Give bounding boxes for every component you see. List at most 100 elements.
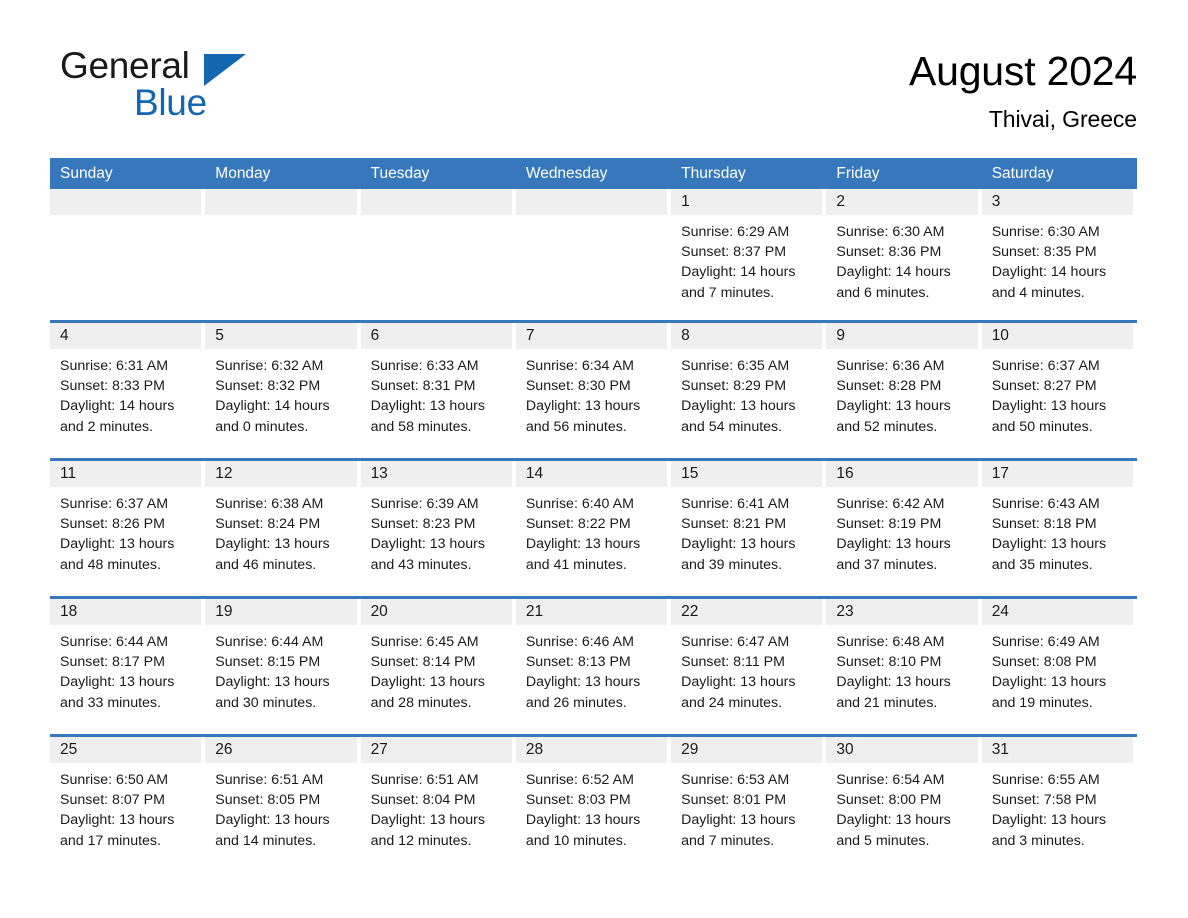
daylight-line-1: Daylight: 13 hours: [525, 398, 641, 415]
sunset-line: Sunset: 8:15 PM: [215, 654, 321, 671]
day-number: [515, 189, 668, 215]
day-cell[interactable]: 14 Sunrise: 6:40 AM Sunset: 8:22 PM Dayligh…: [515, 461, 672, 596]
day-number: 10: [981, 323, 1133, 349]
day-cell[interactable]: [360, 189, 516, 320]
sunrise-line: Sunrise: 6:49 AM: [991, 634, 1100, 650]
day-cell[interactable]: 10 Sunrise: 6:37 AM Sunset: 8:27 PM Dayligh…: [981, 323, 1137, 458]
daylight-line-1: Daylight: 13 hours: [215, 674, 330, 691]
day-cell[interactable]: 22 Sunrise: 6:47 AM Sunset: 8:11 PM Dayligh…: [671, 599, 827, 734]
day-cell[interactable]: 26 Sunrise: 6:51 AM Sunset: 8:05 PM Dayligh…: [205, 737, 361, 872]
sunset-line: Sunset: 8:35 PM: [991, 244, 1097, 261]
day-number: 31: [981, 737, 1133, 763]
day-cell[interactable]: 25 Sunrise: 6:50 AM Sunset: 8:07 PM Dayligh…: [50, 737, 206, 872]
daylight-line-2: and 43 minutes.: [370, 556, 472, 573]
day-cell[interactable]: 23 Sunrise: 6:48 AM Sunset: 8:10 PM Dayligh…: [826, 599, 982, 734]
weekday-monday: Monday: [215, 165, 271, 182]
daylight-line-1: Daylight: 13 hours: [991, 674, 1107, 691]
day-cell[interactable]: 21 Sunrise: 6:46 AM Sunset: 8:13 PM Dayligh…: [515, 599, 672, 734]
day-cell[interactable]: 27 Sunrise: 6:51 AM Sunset: 8:04 PM Dayligh…: [360, 737, 516, 872]
day-cell[interactable]: 9 Sunrise: 6:36 AM Sunset: 8:28 PM Daylight…: [826, 323, 982, 458]
day-cell[interactable]: 29 Sunrise: 6:53 AM Sunset: 8:01 PM Dayligh…: [671, 737, 827, 872]
sunrise-line: Sunrise: 6:51 AM: [215, 772, 324, 788]
daylight-line-1: Daylight: 14 hours: [991, 264, 1107, 281]
week-row: 18 Sunrise: 6:44 AM Sunset: 8:17 PM Dayligh…: [50, 596, 1137, 734]
sunrise-line: Sunrise: 6:55 AM: [991, 772, 1100, 788]
calendar-page: General Blue August 2024 Thivai, Greece …: [0, 0, 1188, 918]
sunrise-line: Sunrise: 6:38 AM: [215, 496, 324, 512]
day-cell[interactable]: 13 Sunrise: 6:39 AM Sunset: 8:23 PM Dayligh…: [360, 461, 516, 596]
day-number: 19: [205, 599, 357, 625]
daylight-line-2: and 19 minutes.: [991, 694, 1093, 711]
sunset-line: Sunset: 8:08 PM: [991, 654, 1097, 671]
day-number: 13: [360, 461, 512, 487]
sunrise-line: Sunrise: 6:37 AM: [991, 358, 1100, 374]
daylight-line-1: Daylight: 13 hours: [836, 536, 951, 553]
sunrise-line: Sunrise: 6:44 AM: [215, 634, 324, 650]
daylight-line-2: and 21 minutes.: [836, 694, 938, 711]
day-details: Sunrise: 6:43 AM Sunset: 8:18 PM Daylight:…: [982, 487, 1133, 575]
day-cell[interactable]: 28 Sunrise: 6:52 AM Sunset: 8:03 PM Dayligh…: [515, 737, 672, 872]
day-cell[interactable]: 2 Sunrise: 6:30 AM Sunset: 8:36 PM Daylight…: [826, 189, 982, 320]
daylight-line-1: Daylight: 13 hours: [991, 536, 1107, 553]
day-number: 9: [826, 323, 978, 349]
day-cell[interactable]: 16 Sunrise: 6:42 AM Sunset: 8:19 PM Dayligh…: [826, 461, 982, 596]
day-cell[interactable]: 31 Sunrise: 6:55 AM Sunset: 7:58 PM Dayligh…: [981, 737, 1137, 872]
sunrise-line: Sunrise: 6:45 AM: [370, 634, 479, 650]
sunrise-line: Sunrise: 6:51 AM: [370, 772, 479, 788]
day-cell[interactable]: 24 Sunrise: 6:49 AM Sunset: 8:08 PM Dayligh…: [981, 599, 1137, 734]
day-number: 4: [50, 323, 202, 349]
sunrise-line: Sunrise: 6:50 AM: [60, 772, 169, 788]
daylight-line-1: Daylight: 13 hours: [836, 674, 951, 691]
day-cell[interactable]: [50, 189, 206, 320]
daylight-line-1: Daylight: 14 hours: [215, 398, 330, 415]
daylight-line-1: Daylight: 13 hours: [525, 536, 641, 553]
day-cell[interactable]: 20 Sunrise: 6:45 AM Sunset: 8:14 PM Dayligh…: [360, 599, 516, 734]
sunset-line: Sunset: 8:01 PM: [681, 792, 787, 809]
day-cell[interactable]: 15 Sunrise: 6:41 AM Sunset: 8:21 PM Dayligh…: [671, 461, 827, 596]
sunrise-line: Sunrise: 6:29 AM: [681, 224, 790, 240]
day-number: 15: [671, 461, 823, 487]
day-details: Sunrise: 6:32 AM Sunset: 8:32 PM Daylight:…: [205, 349, 356, 437]
day-cell[interactable]: 17 Sunrise: 6:43 AM Sunset: 8:18 PM Dayligh…: [981, 461, 1137, 596]
day-details: [205, 215, 356, 222]
day-details: Sunrise: 6:30 AM Sunset: 8:36 PM Daylight:…: [826, 215, 977, 303]
daylight-line-1: Daylight: 14 hours: [681, 264, 796, 281]
day-cell[interactable]: 18 Sunrise: 6:44 AM Sunset: 8:17 PM Dayligh…: [50, 599, 206, 734]
sunrise-line: Sunrise: 6:42 AM: [836, 496, 945, 512]
daylight-line-2: and 58 minutes.: [370, 418, 472, 435]
day-cell[interactable]: [515, 189, 672, 320]
weekday-wednesday: Wednesday: [525, 165, 608, 182]
daylight-line-2: and 3 minutes.: [991, 832, 1085, 849]
location-subtitle: Thivai, Greece: [988, 106, 1137, 132]
sunset-line: Sunset: 8:22 PM: [525, 516, 631, 533]
daylight-line-1: Daylight: 13 hours: [681, 674, 796, 691]
day-details: Sunrise: 6:44 AM Sunset: 8:15 PM Daylight:…: [205, 625, 356, 713]
day-number: [360, 189, 512, 215]
sunrise-line: Sunrise: 6:53 AM: [681, 772, 790, 788]
day-details: Sunrise: 6:37 AM Sunset: 8:27 PM Daylight:…: [982, 349, 1133, 437]
brand-logo[interactable]: General Blue: [56, 44, 356, 130]
daylight-line-2: and 54 minutes.: [681, 418, 783, 435]
day-cell[interactable]: 30 Sunrise: 6:54 AM Sunset: 8:00 PM Dayligh…: [826, 737, 982, 872]
day-cell[interactable]: 5 Sunrise: 6:32 AM Sunset: 8:32 PM Daylight…: [205, 323, 361, 458]
calendar-grid: Sunday Monday Tuesday Wednesday Thursday…: [50, 158, 1137, 872]
sunset-line: Sunset: 8:27 PM: [991, 378, 1097, 395]
day-cell[interactable]: 6 Sunrise: 6:33 AM Sunset: 8:31 PM Daylight…: [360, 323, 516, 458]
day-details: Sunrise: 6:45 AM Sunset: 8:14 PM Daylight:…: [361, 625, 512, 713]
day-cell[interactable]: [205, 189, 361, 320]
day-cell[interactable]: 19 Sunrise: 6:44 AM Sunset: 8:15 PM Dayligh…: [205, 599, 361, 734]
sunset-line: Sunset: 8:24 PM: [215, 516, 321, 533]
daylight-line-1: Daylight: 13 hours: [681, 398, 796, 415]
sunrise-line: Sunrise: 6:41 AM: [681, 496, 790, 512]
weekday-saturday: Saturday: [991, 165, 1054, 182]
day-cell[interactable]: 12 Sunrise: 6:38 AM Sunset: 8:24 PM Dayligh…: [205, 461, 361, 596]
day-cell[interactable]: 8 Sunrise: 6:35 AM Sunset: 8:29 PM Daylight…: [671, 323, 827, 458]
day-cell[interactable]: 1 Sunrise: 6:29 AM Sunset: 8:37 PM Daylight…: [671, 189, 827, 320]
sunrise-line: Sunrise: 6:39 AM: [370, 496, 479, 512]
daylight-line-2: and 37 minutes.: [836, 556, 938, 573]
day-cell[interactable]: 3 Sunrise: 6:30 AM Sunset: 8:35 PM Daylight…: [981, 189, 1137, 320]
day-cell[interactable]: 11 Sunrise: 6:37 AM Sunset: 8:26 PM Dayligh…: [50, 461, 206, 596]
day-details: Sunrise: 6:30 AM Sunset: 8:35 PM Daylight:…: [982, 215, 1133, 303]
day-cell[interactable]: 4 Sunrise: 6:31 AM Sunset: 8:33 PM Daylight…: [50, 323, 206, 458]
day-cell[interactable]: 7 Sunrise: 6:34 AM Sunset: 8:30 PM Daylight…: [515, 323, 672, 458]
